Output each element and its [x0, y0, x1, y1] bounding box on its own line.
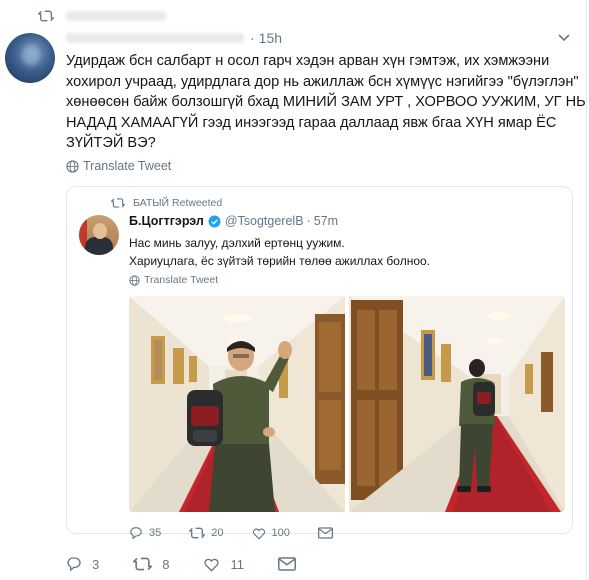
tweet-photo-1[interactable] — [129, 296, 345, 512]
tweet-text-line: НАДАД ХАМААГҮЙ гээд инээгээд гараа далла… — [66, 114, 557, 131]
quoted-reply-button[interactable]: 35 — [129, 526, 161, 540]
tweet-action-bar: 3 8 11 — [66, 556, 306, 572]
quoted-reply-count: 35 — [149, 527, 162, 539]
retweet-icon — [133, 557, 153, 571]
quoted-retweet-count: 20 — [211, 527, 224, 539]
tweet-text-line: хохирол учраад, удирдлага дор нь ажиллаж… — [66, 73, 579, 90]
quoted-like-count: 100 — [271, 527, 290, 539]
author-avatar[interactable] — [5, 33, 55, 83]
retweet-icon — [111, 198, 125, 208]
tweet-text: Удирдаж бсн салбарт н осол гарч хэдэн ар… — [66, 51, 586, 154]
envelope-icon — [317, 527, 333, 539]
corridor-photo-walking — [349, 296, 565, 512]
quoted-text-line: Хариуцлага, ёс зүйтэй төрийн төлөө ажилл… — [129, 254, 431, 268]
quoted-translate-link[interactable]: Translate Tweet — [129, 274, 218, 286]
timeline-border — [586, 0, 587, 580]
corridor-photo-waving — [129, 296, 345, 512]
quoted-like-button[interactable]: 100 — [252, 527, 290, 540]
tweet-photo-2[interactable] — [349, 296, 565, 512]
heart-icon — [252, 528, 265, 540]
translate-tweet-label[interactable]: Translate Tweet — [83, 159, 171, 173]
quoted-text-line: Нас минь залуу, дэлхий ертөнц уужим. — [129, 236, 345, 250]
quoted-retweet-button[interactable]: 20 — [189, 526, 224, 540]
retweet-icon — [38, 10, 54, 22]
tweet-text-line: хөнөөсөн байж болзошгүй бхад МИНИЙ ЗАМ У… — [66, 94, 586, 110]
retweet-icon — [189, 527, 206, 539]
globe-icon — [66, 159, 79, 173]
like-count: 11 — [230, 556, 244, 572]
quoted-tweet-text: Нас минь залуу, дэлхий ертөнц уужим. Хар… — [129, 234, 430, 270]
quoted-dm-button[interactable] — [317, 527, 339, 539]
reply-icon — [130, 527, 142, 540]
retweet-button[interactable]: 8 — [133, 556, 169, 572]
quoted-retweet-header: БАТЫЙ Retweeted — [111, 197, 222, 209]
reply-button[interactable]: 3 — [66, 556, 99, 572]
globe-icon — [129, 274, 140, 286]
reply-count: 3 — [92, 556, 100, 572]
quoted-tweet-header: Б.Цогтгэрэл @TsogtgerelB · 57m — [129, 214, 338, 228]
time-separator: · — [250, 30, 255, 46]
retweeter-name-redacted — [66, 11, 166, 21]
tweet-header: · 15h — [66, 30, 282, 46]
quoted-author-handle[interactable]: @TsogtgerelB — [225, 214, 304, 228]
like-button[interactable]: 11 — [203, 557, 244, 572]
retweet-count: 8 — [162, 556, 170, 572]
quoted-author-name[interactable]: Б.Цогтгэрэл — [129, 214, 204, 228]
quoted-timestamp[interactable]: 57m — [314, 214, 338, 228]
dm-button[interactable] — [277, 557, 306, 571]
quoted-translate-label[interactable]: Translate Tweet — [144, 274, 218, 286]
tweet-timestamp[interactable]: 15h — [259, 30, 282, 46]
retweet-header — [38, 8, 166, 24]
tweet-text-line: ЗҮЙТЭЙ ВЭ? — [66, 135, 156, 151]
envelope-icon — [277, 557, 296, 571]
reply-icon — [67, 557, 81, 572]
verified-badge-icon — [208, 215, 221, 227]
author-name-redacted[interactable] — [66, 33, 244, 43]
tweet-text-line: Удирдаж бсн салбарт н осол гарч хэдэн ар… — [66, 53, 550, 69]
quoted-tweet[interactable]: БАТЫЙ Retweeted Б.Цогтгэрэл @TsogtgerelB… — [66, 186, 573, 540]
quoted-action-bar: 35 20 100 — [129, 526, 367, 540]
heart-icon — [204, 558, 220, 572]
quoted-author-avatar[interactable] — [79, 215, 119, 255]
retweeted-by-label: БАТЫЙ Retweeted — [133, 197, 223, 209]
translate-tweet-link[interactable]: Translate Tweet — [66, 159, 171, 173]
chevron-down-icon[interactable] — [558, 33, 570, 43]
time-separator: · — [306, 214, 311, 228]
